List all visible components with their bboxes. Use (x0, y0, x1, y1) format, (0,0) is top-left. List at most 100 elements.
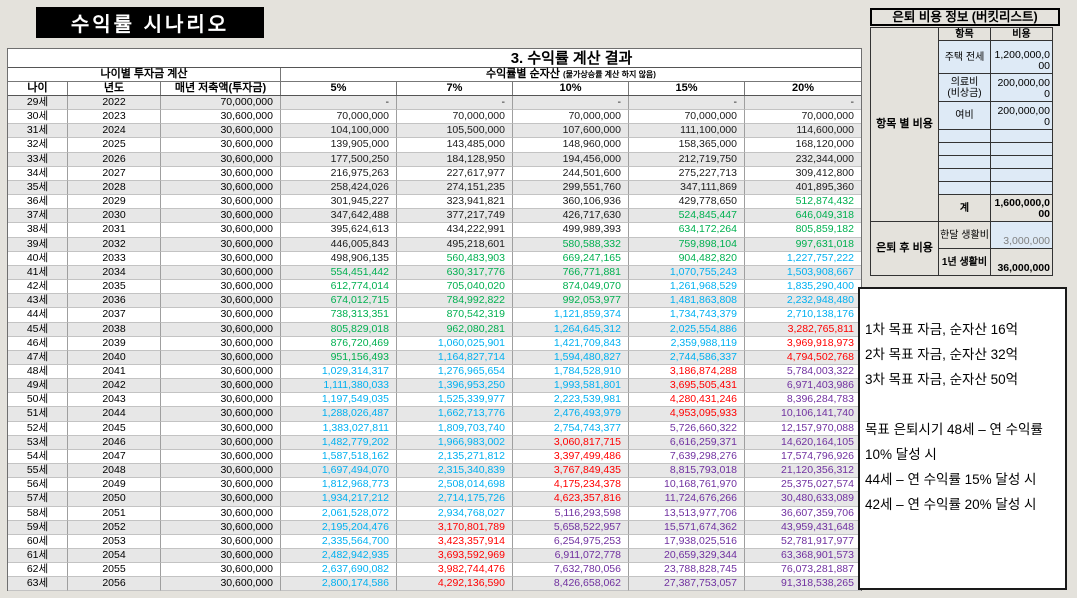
value-cell-10pct[interactable]: 148,960,000 (513, 138, 629, 153)
value-cell-15pct[interactable]: 524,845,447 (629, 209, 745, 224)
value-cell-7pct[interactable]: 962,080,281 (397, 322, 513, 337)
year-cell[interactable]: 2039 (68, 336, 161, 351)
year-cell[interactable]: 2024 (68, 124, 161, 139)
year-cell[interactable]: 2053 (68, 534, 161, 549)
age-cell[interactable]: 47세 (8, 350, 68, 365)
year-cell[interactable]: 2025 (68, 138, 161, 153)
saving-cell[interactable]: 30,600,000 (161, 322, 281, 337)
value-cell-15pct[interactable]: 6,616,259,371 (629, 435, 745, 450)
year-cell[interactable]: 2051 (68, 506, 161, 521)
value-cell-15pct[interactable]: 27,387,753,057 (629, 577, 745, 592)
value-cell-20pct[interactable]: 76,073,281,887 (745, 563, 861, 578)
value-cell-10pct[interactable]: 2,223,539,981 (513, 393, 629, 408)
panel-empty-label-cell[interactable] (939, 156, 991, 169)
age-cell[interactable]: 61세 (8, 549, 68, 564)
value-cell-20pct[interactable]: 43,959,431,648 (745, 521, 861, 535)
age-cell[interactable]: 31세 (8, 124, 68, 139)
value-cell-5pct[interactable]: 1,697,494,070 (281, 464, 397, 479)
year-cell[interactable]: 2035 (68, 280, 161, 295)
age-cell[interactable]: 52세 (8, 421, 68, 436)
value-cell-10pct[interactable]: 874,049,070 (513, 280, 629, 295)
value-cell-7pct[interactable]: 1,662,713,776 (397, 407, 513, 422)
panel-group-label-after-retirement[interactable]: 은퇴 후 비용 (871, 222, 939, 276)
saving-cell[interactable]: 30,600,000 (161, 265, 281, 281)
value-cell-15pct[interactable]: 2,025,554,886 (629, 322, 745, 337)
value-cell-15pct[interactable]: 759,898,104 (629, 237, 745, 252)
panel-yearly-value-cell[interactable]: 36,000,000 (991, 249, 1053, 276)
value-cell-20pct[interactable]: 14,620,164,105 (745, 436, 861, 450)
value-cell-5pct[interactable]: 70,000,000 (281, 110, 397, 125)
value-cell-10pct[interactable]: 7,632,780,056 (513, 563, 629, 578)
value-cell-5pct[interactable]: 612,774,014 (281, 280, 397, 295)
value-cell-10pct[interactable]: 70,000,000 (513, 110, 629, 125)
saving-cell[interactable]: 30,600,000 (161, 492, 281, 507)
value-cell-15pct[interactable]: 3,186,874,288 (629, 364, 745, 380)
year-cell[interactable]: 2030 (68, 209, 161, 224)
age-cell[interactable]: 53세 (8, 435, 68, 450)
value-cell-5pct[interactable]: 104,100,000 (281, 124, 397, 139)
value-cell-5pct[interactable]: - (281, 96, 397, 111)
value-cell-15pct[interactable]: 4,953,095,933 (629, 407, 745, 422)
age-cell[interactable]: 62세 (8, 563, 68, 578)
value-cell-20pct[interactable]: 21,120,356,312 (745, 464, 861, 479)
value-cell-5pct[interactable]: 876,720,469 (281, 336, 397, 351)
value-cell-10pct[interactable]: 1,993,581,801 (513, 379, 629, 394)
panel-item-label-cell[interactable]: 의료비(비상금) (939, 74, 991, 102)
value-cell-15pct[interactable]: 2,359,988,119 (629, 336, 745, 351)
value-cell-10pct[interactable]: 360,106,936 (513, 195, 629, 210)
saving-cell[interactable]: 30,600,000 (161, 124, 281, 139)
age-cell[interactable]: 37세 (8, 209, 68, 224)
value-cell-7pct[interactable]: 377,217,749 (397, 209, 513, 224)
saving-cell[interactable]: 30,600,000 (161, 350, 281, 365)
value-cell-5pct[interactable]: 301,945,227 (281, 195, 397, 210)
age-cell[interactable]: 48세 (8, 364, 68, 380)
value-cell-20pct[interactable]: 5,784,003,322 (745, 365, 861, 380)
group-header-investment[interactable]: 나이별 투자금 계산 (8, 68, 281, 81)
age-cell[interactable]: 57세 (8, 492, 68, 507)
value-cell-10pct[interactable]: 499,989,393 (513, 223, 629, 238)
saving-cell[interactable]: 30,600,000 (161, 393, 281, 408)
age-cell[interactable]: 46세 (8, 336, 68, 351)
year-cell[interactable]: 2045 (68, 421, 161, 436)
year-cell[interactable]: 2047 (68, 449, 161, 465)
year-cell[interactable]: 2056 (68, 577, 161, 592)
panel-empty-value-cell[interactable] (991, 156, 1053, 169)
age-cell[interactable]: 33세 (8, 152, 68, 167)
header-5pct[interactable]: 5% (281, 82, 397, 95)
value-cell-10pct[interactable]: 5,116,293,598 (513, 506, 629, 521)
value-cell-20pct[interactable]: 2,710,138,176 (745, 308, 861, 323)
value-cell-20pct[interactable]: 646,049,318 (745, 209, 861, 224)
saving-cell[interactable]: 30,600,000 (161, 209, 281, 224)
value-cell-15pct[interactable]: 8,815,793,018 (629, 464, 745, 479)
value-cell-15pct[interactable]: 2,744,586,337 (629, 350, 745, 365)
value-cell-5pct[interactable]: 1,812,968,773 (281, 478, 397, 493)
value-cell-15pct[interactable]: 15,571,674,362 (629, 520, 745, 535)
header-year[interactable]: 년도 (68, 82, 161, 95)
value-cell-15pct[interactable]: 347,111,869 (629, 180, 745, 196)
header-7pct[interactable]: 7% (397, 82, 513, 95)
value-cell-7pct[interactable]: 3,982,744,476 (397, 563, 513, 578)
age-cell[interactable]: 63세 (8, 577, 68, 592)
header-10pct[interactable]: 10% (513, 82, 629, 95)
year-cell[interactable]: 2054 (68, 549, 161, 564)
value-cell-15pct[interactable]: 1,481,863,808 (629, 294, 745, 309)
saving-cell[interactable]: 30,600,000 (161, 308, 281, 323)
value-cell-7pct[interactable]: 1,966,983,002 (397, 435, 513, 450)
value-cell-10pct[interactable]: 992,053,977 (513, 294, 629, 309)
value-cell-10pct[interactable]: 1,421,709,843 (513, 336, 629, 351)
value-cell-20pct[interactable]: 36,607,359,706 (745, 507, 861, 521)
panel-empty-label-cell[interactable] (939, 182, 991, 195)
age-cell[interactable]: 56세 (8, 478, 68, 493)
year-cell[interactable]: 2052 (68, 520, 161, 535)
group-header-networth[interactable]: 수익률별 순자산 (물가상승률 계산 하지 않음) (281, 68, 861, 81)
value-cell-20pct[interactable]: 8,396,284,783 (745, 393, 861, 408)
value-cell-10pct[interactable]: - (513, 96, 629, 111)
year-cell[interactable]: 2027 (68, 166, 161, 181)
year-cell[interactable]: 2040 (68, 350, 161, 365)
year-cell[interactable]: 2042 (68, 379, 161, 394)
year-cell[interactable]: 2055 (68, 563, 161, 578)
value-cell-10pct[interactable]: 299,551,760 (513, 180, 629, 196)
value-cell-15pct[interactable]: 4,280,431,246 (629, 393, 745, 408)
value-cell-5pct[interactable]: 2,637,690,082 (281, 563, 397, 578)
panel-empty-value-cell[interactable] (991, 130, 1053, 143)
